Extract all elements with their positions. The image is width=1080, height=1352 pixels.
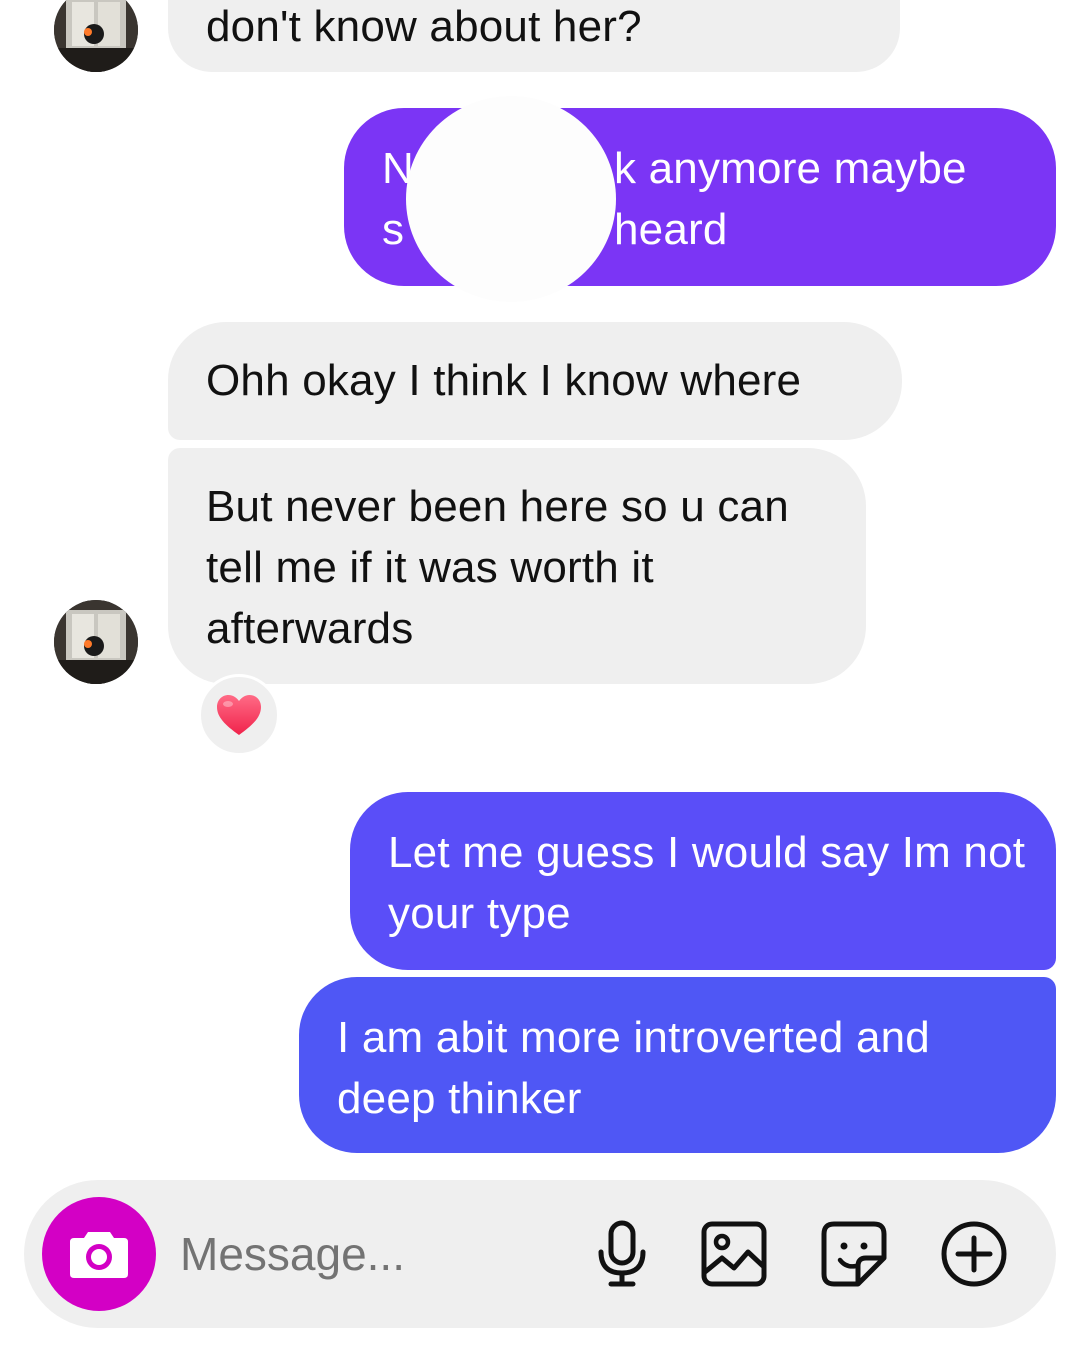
- contact-avatar[interactable]: [54, 600, 138, 684]
- more-options-button[interactable]: [938, 1218, 1010, 1290]
- sticker-icon: [821, 1221, 887, 1287]
- incoming-message[interactable]: don't know about her?: [168, 0, 900, 72]
- contact-avatar[interactable]: [54, 0, 138, 72]
- heart-reaction[interactable]: [198, 674, 280, 756]
- message-text: don't know about her?: [206, 2, 642, 51]
- message-text: I am abit more introverted and deep thin…: [337, 1013, 930, 1123]
- message-text: Let me guess I would say Im not your typ…: [388, 828, 1026, 938]
- message-text-line: s: [382, 205, 405, 254]
- gallery-icon: [701, 1221, 767, 1287]
- plus-icon: [941, 1221, 1007, 1287]
- message-text: Ohh okay I think I know where: [206, 356, 802, 405]
- sticker-button[interactable]: [818, 1218, 890, 1290]
- message-composer: [24, 1180, 1056, 1328]
- outgoing-message[interactable]: I am abit more introverted and deep thin…: [299, 977, 1056, 1153]
- incoming-message[interactable]: But never been here so u can tell me if …: [168, 448, 866, 684]
- outgoing-message[interactable]: Let me guess I would say Im not your typ…: [350, 792, 1056, 970]
- message-text: But never been here so u can tell me if …: [206, 482, 789, 653]
- avatar-photo: [54, 600, 138, 684]
- gallery-button[interactable]: [698, 1218, 770, 1290]
- message-text-line: heard: [614, 205, 728, 254]
- avatar-photo: [54, 0, 138, 72]
- heart-icon: [217, 695, 261, 735]
- chat-screen: don't know about her? N k anymore maybe …: [0, 0, 1080, 1352]
- camera-icon: [70, 1232, 128, 1278]
- microphone-icon: [598, 1220, 646, 1287]
- message-text-line: k anymore maybe: [614, 144, 967, 193]
- message-input[interactable]: [180, 1220, 560, 1288]
- redaction-mask: [406, 96, 616, 302]
- incoming-message[interactable]: Ohh okay I think I know where: [168, 322, 902, 440]
- camera-button[interactable]: [42, 1197, 156, 1311]
- voice-message-button[interactable]: [586, 1218, 658, 1290]
